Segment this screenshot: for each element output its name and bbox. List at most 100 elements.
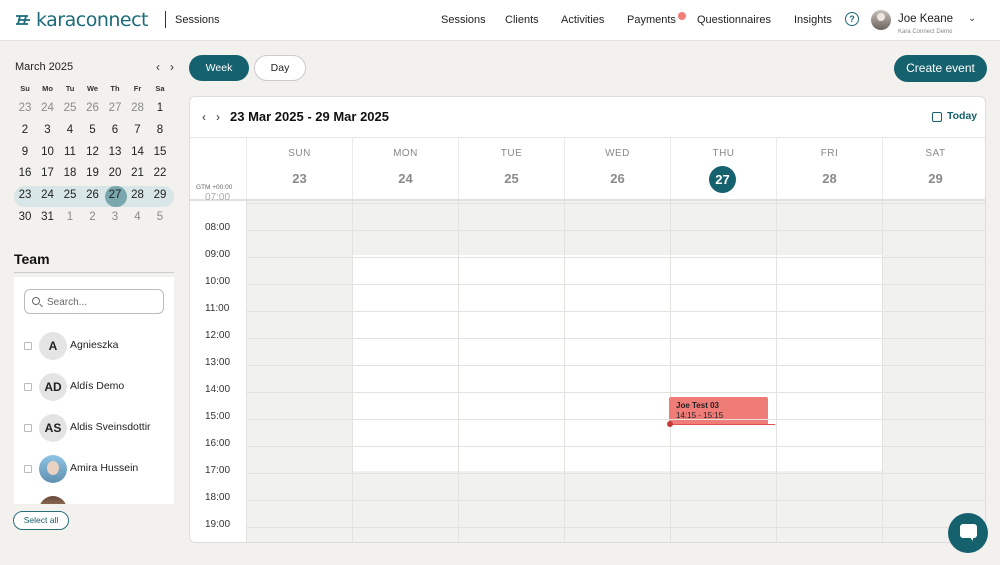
mini-calendar-day[interactable]: 2 — [14, 119, 36, 141]
nav-sessions[interactable]: Sessions — [441, 14, 486, 26]
prev-week-icon[interactable]: ‹ — [202, 110, 206, 124]
team-member-row[interactable]: Amira Hussein — [14, 454, 174, 484]
chat-support-button[interactable] — [948, 513, 988, 553]
event-title: Joe Test 03 — [676, 401, 719, 410]
nav-questionnaires[interactable]: Questionnaires — [697, 14, 771, 26]
mini-calendar-day[interactable]: 4 — [127, 206, 149, 228]
member-checkbox[interactable] — [24, 465, 32, 473]
member-checkbox[interactable] — [24, 342, 32, 350]
karaconnect-logo[interactable]: karaconnect — [14, 9, 149, 31]
mini-calendar-day[interactable]: 19 — [82, 162, 104, 184]
nav-clients[interactable]: Clients — [505, 14, 539, 26]
week-view-button[interactable]: Week — [189, 55, 249, 81]
mini-calendar-day[interactable]: 18 — [59, 162, 81, 184]
member-checkbox[interactable] — [24, 424, 32, 432]
day-header[interactable]: WED 26 — [564, 138, 670, 199]
mini-calendar-day[interactable]: 29 — [149, 184, 171, 206]
mini-calendar-day[interactable]: 27 — [104, 184, 126, 206]
mini-calendar-day[interactable]: 14 — [127, 141, 149, 163]
day-header[interactable]: THU 27 — [670, 138, 776, 199]
weekday-label: Mo — [42, 84, 53, 93]
mini-calendar-day[interactable]: 3 — [37, 119, 59, 141]
day-column[interactable] — [670, 201, 776, 542]
help-icon[interactable]: ? — [845, 12, 859, 26]
day-column[interactable] — [352, 201, 458, 542]
mini-calendar-next-icon[interactable]: › — [170, 60, 174, 74]
mini-calendar-day[interactable]: 26 — [82, 184, 104, 206]
mini-calendar-day[interactable]: 5 — [149, 206, 171, 228]
mini-calendar-day[interactable]: 13 — [104, 141, 126, 163]
create-event-button[interactable]: Create event — [894, 55, 987, 82]
nav-payments[interactable]: Payments — [627, 14, 676, 26]
team-member-row[interactable]: A Agnieszka — [14, 331, 174, 361]
day-column[interactable] — [564, 201, 670, 542]
mini-calendar-day[interactable]: 6 — [104, 119, 126, 141]
mini-calendar-day[interactable]: 1 — [59, 206, 81, 228]
team-search-input[interactable] — [47, 294, 157, 310]
day-view-button[interactable]: Day — [254, 55, 306, 81]
mini-calendar-day[interactable]: 10 — [37, 141, 59, 163]
calendar-event[interactable]: Joe Test 03 14:15 - 15:15 — [669, 397, 768, 425]
member-checkbox[interactable] — [24, 383, 32, 391]
mini-calendar-day[interactable]: 3 — [104, 206, 126, 228]
mini-calendar-day[interactable]: 25 — [59, 97, 81, 119]
chevron-down-icon[interactable]: ⌄ — [968, 13, 976, 24]
mini-calendar-day[interactable]: 24 — [37, 184, 59, 206]
team-member-row[interactable] — [14, 495, 174, 504]
mini-calendar-day[interactable]: 26 — [82, 97, 104, 119]
mini-calendar-day[interactable]: 9 — [14, 141, 36, 163]
mini-calendar-day[interactable]: 23 — [14, 97, 36, 119]
day-of-week-label: SUN — [288, 148, 311, 159]
mini-calendar-day[interactable]: 20 — [104, 162, 126, 184]
mini-calendar-day[interactable]: 7 — [127, 119, 149, 141]
day-of-week-label: SAT — [925, 148, 946, 159]
mini-calendar-day[interactable]: 8 — [149, 119, 171, 141]
hour-gridline — [246, 446, 985, 447]
hour-gridline — [246, 392, 985, 393]
mini-calendar-day[interactable]: 23 — [14, 184, 36, 206]
mini-calendar-day[interactable]: 27 — [104, 97, 126, 119]
mini-calendar-prev-icon[interactable]: ‹ — [156, 60, 160, 74]
mini-calendar-day[interactable]: 22 — [149, 162, 171, 184]
day-header[interactable]: MON 24 — [352, 138, 458, 199]
mini-calendar-day[interactable]: 1 — [149, 97, 171, 119]
mini-calendar-day[interactable]: 12 — [82, 141, 104, 163]
mini-calendar-day[interactable]: 17 — [37, 162, 59, 184]
mini-calendar-day[interactable]: 21 — [127, 162, 149, 184]
calendar-icon[interactable] — [932, 112, 942, 122]
mini-calendar-day[interactable]: 15 — [149, 141, 171, 163]
mini-calendar-day[interactable]: 30 — [14, 206, 36, 228]
day-column[interactable] — [882, 201, 985, 542]
team-member-row[interactable]: AD Aldís Demo — [14, 372, 174, 402]
day-column[interactable] — [458, 201, 564, 542]
next-week-icon[interactable]: › — [216, 110, 220, 124]
mini-calendar-day[interactable]: 28 — [127, 184, 149, 206]
day-column[interactable] — [246, 201, 352, 542]
mini-calendar-day[interactable]: 16 — [14, 162, 36, 184]
mini-calendar-day[interactable]: 25 — [59, 184, 81, 206]
team-member-row[interactable]: AS Aldis Sveinsdottir — [14, 413, 174, 443]
day-header[interactable]: FRI 28 — [776, 138, 882, 199]
mini-calendar-day[interactable]: 11 — [59, 141, 81, 163]
user-avatar[interactable] — [871, 10, 891, 30]
hour-label: 07:00 — [205, 192, 231, 203]
mini-calendar-day[interactable]: 24 — [37, 97, 59, 119]
time-grid[interactable] — [246, 201, 985, 542]
day-column[interactable] — [776, 201, 882, 542]
mini-calendar-day[interactable]: 2 — [82, 206, 104, 228]
day-header[interactable]: SUN 23 — [246, 138, 352, 199]
user-name[interactable]: Joe Keane — [898, 13, 953, 25]
today-button[interactable]: Today — [947, 110, 977, 122]
mini-calendar-day[interactable]: 28 — [127, 97, 149, 119]
nav-insights[interactable]: Insights — [794, 14, 832, 26]
mini-calendar-day[interactable]: 4 — [59, 119, 81, 141]
mini-calendar-day[interactable]: 31 — [37, 206, 59, 228]
select-all-button[interactable]: Select all — [13, 511, 69, 530]
mini-calendar-day[interactable]: 5 — [82, 119, 104, 141]
day-header[interactable]: TUE 25 — [458, 138, 564, 199]
hour-gridline — [246, 419, 985, 420]
team-search-box[interactable] — [24, 289, 164, 314]
day-header[interactable]: SAT 29 — [882, 138, 985, 199]
hour-gridline — [246, 365, 985, 366]
nav-activities[interactable]: Activities — [561, 14, 604, 26]
